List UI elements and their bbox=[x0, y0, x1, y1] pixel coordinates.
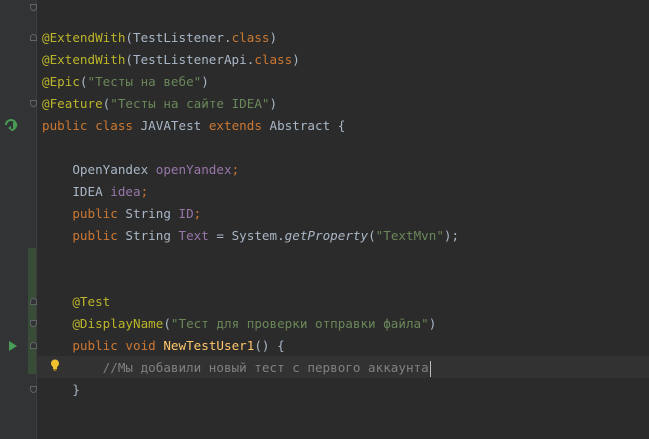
text-caret bbox=[429, 360, 431, 377]
vcs-change-marker[interactable] bbox=[28, 248, 36, 374]
code-line-class-declaration[interactable]: public class JAVATest extends Abstract { bbox=[42, 115, 345, 137]
fold-marker-icon[interactable] bbox=[30, 4, 37, 11]
code-editor[interactable]: @ExtendWith(TestListener.class) @ExtendW… bbox=[0, 0, 649, 439]
code-line-test-annotation[interactable]: @Test bbox=[42, 291, 110, 313]
code-line-extendwith-1[interactable]: @ExtendWith(TestListener.class) bbox=[42, 27, 277, 49]
fold-marker-icon[interactable] bbox=[30, 100, 37, 107]
code-line-field-openyandex[interactable]: OpenYandex openYandex; bbox=[42, 159, 239, 181]
fold-marker-icon[interactable] bbox=[30, 34, 37, 41]
run-test-method-icon[interactable] bbox=[9, 341, 17, 351]
run-test-class-icon[interactable] bbox=[4, 118, 20, 132]
code-line-comment[interactable]: //Мы добавили новый тест с первого аккау… bbox=[42, 357, 431, 379]
fold-marker-icon[interactable] bbox=[30, 386, 37, 393]
code-line-closing-brace[interactable]: } bbox=[42, 379, 80, 401]
code-line-extendwith-2[interactable]: @ExtendWith(TestListenerApi.class) bbox=[42, 49, 300, 71]
code-line-displayname[interactable]: @DisplayName("Тест для проверки отправки… bbox=[42, 313, 436, 335]
code-line-method-declaration[interactable]: public void NewTestUser1() { bbox=[42, 335, 284, 357]
fold-marker-icon[interactable] bbox=[30, 298, 37, 305]
fold-marker-icon[interactable] bbox=[30, 320, 37, 327]
code-line-field-id[interactable]: public String ID; bbox=[42, 203, 201, 225]
fold-marker-icon[interactable] bbox=[30, 342, 37, 349]
code-line-feature[interactable]: @Feature("Тесты на сайте IDEA") bbox=[42, 93, 277, 115]
code-line-field-idea[interactable]: IDEA idea; bbox=[42, 181, 148, 203]
code-line-field-text[interactable]: public String Text = System.getProperty(… bbox=[42, 225, 459, 247]
code-line-epic[interactable]: @Epic("Тесты на вебе") bbox=[42, 71, 209, 93]
